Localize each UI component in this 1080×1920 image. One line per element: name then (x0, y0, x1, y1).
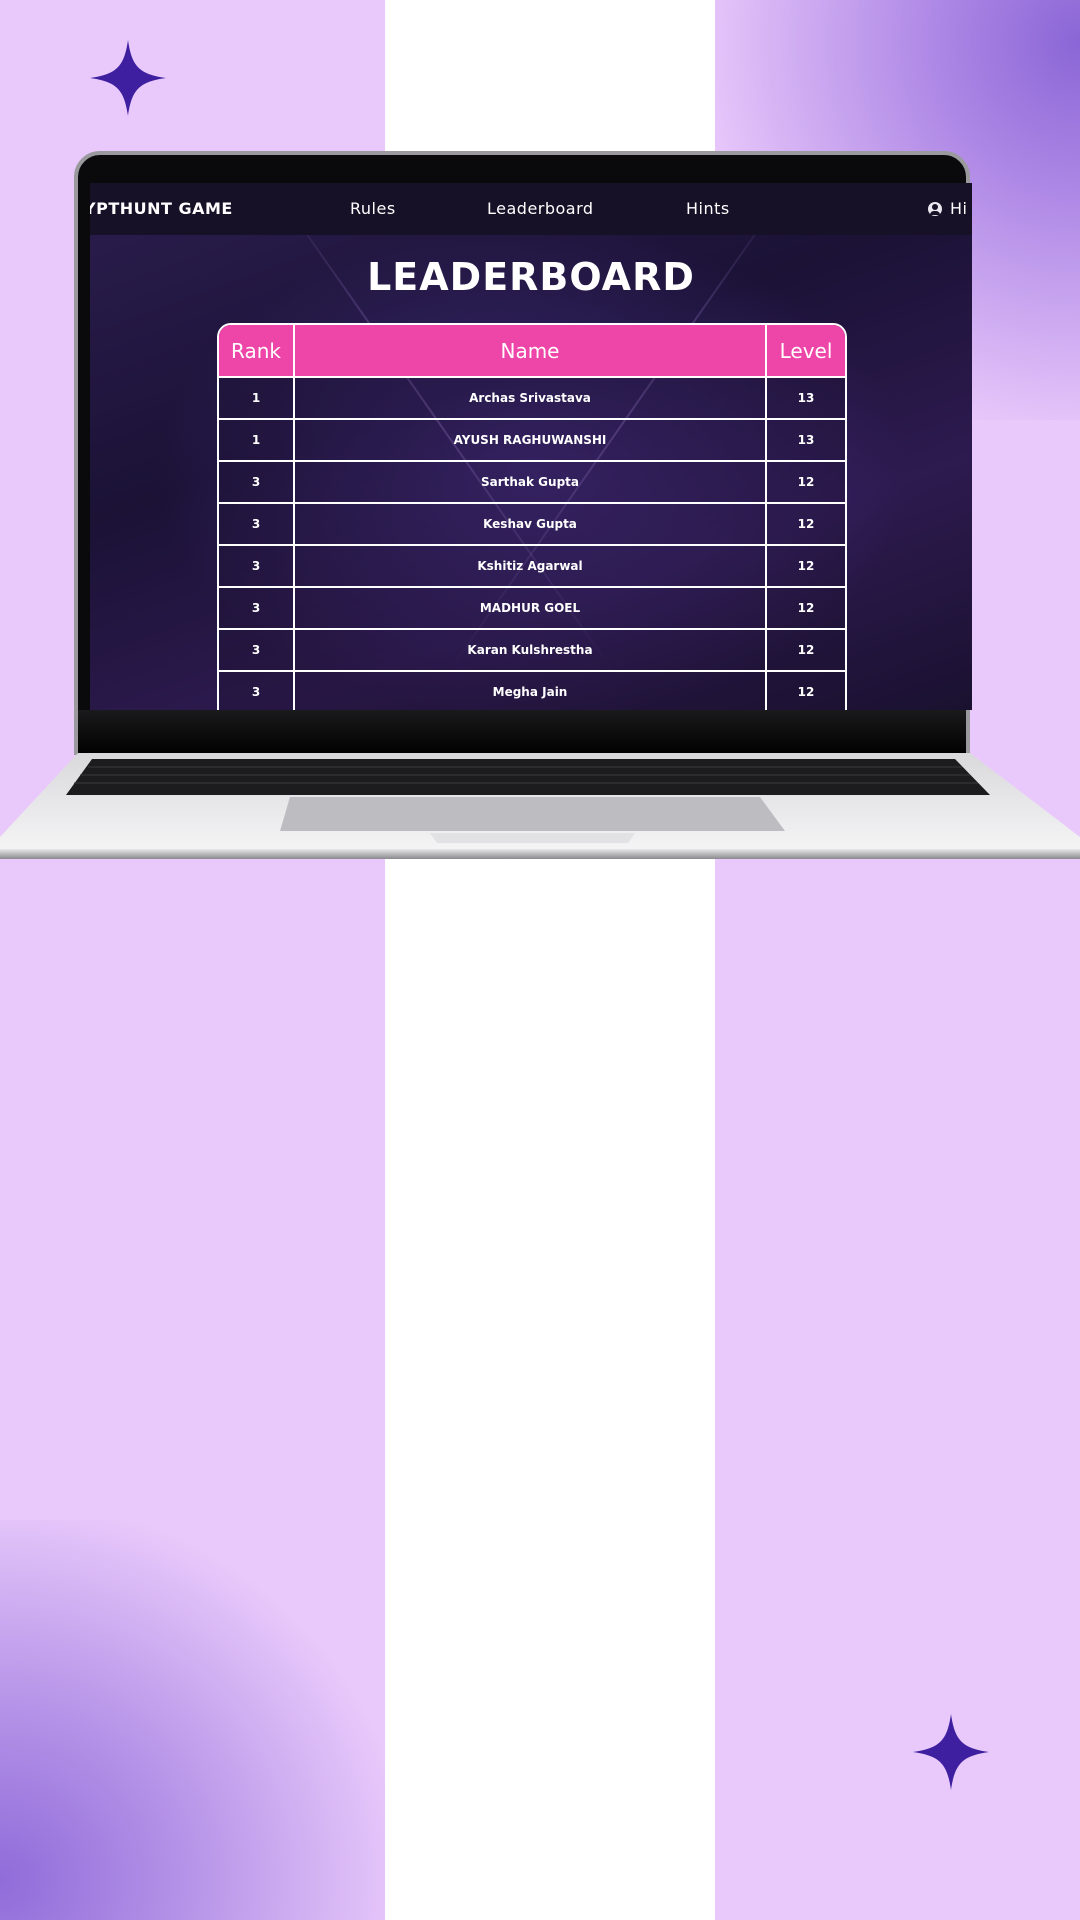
table-header: Rank Name Level (219, 325, 845, 378)
nav-hints[interactable]: Hints (686, 183, 730, 235)
table-row: 3 Karan Kulshrestha 12 (219, 630, 845, 672)
user-greeting: Hi (950, 199, 968, 218)
laptop-base (0, 753, 1080, 859)
name-cell: Keshav Gupta (295, 504, 767, 544)
rank-cell: 1 (219, 378, 295, 418)
nav-rules[interactable]: Rules (350, 183, 396, 235)
level-cell: 13 (767, 378, 845, 418)
table-row: 3 Kshitiz Agarwal 12 (219, 546, 845, 588)
background-glow (0, 1520, 385, 1920)
level-cell: 12 (767, 546, 845, 586)
level-cell: 12 (767, 588, 845, 628)
name-cell: AYUSH RAGHUWANSHI (295, 420, 767, 460)
level-cell: 12 (767, 504, 845, 544)
laptop-screen: YPTHUNT GAME Rules Leaderboard Hints Hi … (90, 183, 972, 710)
user-menu[interactable]: Hi (928, 183, 967, 235)
rank-cell: 3 (219, 504, 295, 544)
table-row: 3 Megha Jain 12 (219, 672, 845, 710)
name-cell: Megha Jain (295, 672, 767, 710)
laptop-bezel (78, 710, 966, 755)
table-row: 3 Keshav Gupta 12 (219, 504, 845, 546)
rank-cell: 3 (219, 630, 295, 670)
user-circle-icon (928, 202, 942, 216)
name-cell: MADHUR GOEL (295, 588, 767, 628)
sparkle-icon (90, 40, 166, 116)
column-header-name: Name (295, 325, 767, 376)
rank-cell: 3 (219, 588, 295, 628)
rank-cell: 1 (219, 420, 295, 460)
column-header-level: Level (779, 338, 833, 363)
rank-cell: 3 (219, 546, 295, 586)
sparkle-icon (913, 1714, 989, 1790)
level-cell: 12 (767, 630, 845, 670)
rank-cell: 3 (219, 462, 295, 502)
table-row: 1 Archas Srivastava 13 (219, 378, 845, 420)
brand-logo[interactable]: YPTHUNT GAME (90, 183, 233, 235)
nav-leaderboard[interactable]: Leaderboard (487, 183, 594, 235)
name-cell: Sarthak Gupta (295, 462, 767, 502)
table-row: 1 AYUSH RAGHUWANSHI 13 (219, 420, 845, 462)
name-cell: Karan Kulshrestha (295, 630, 767, 670)
name-cell: Archas Srivastava (295, 378, 767, 418)
level-cell: 12 (767, 462, 845, 502)
table-row: 3 MADHUR GOEL 12 (219, 588, 845, 630)
rank-cell: 3 (219, 672, 295, 710)
name-cell: Kshitiz Agarwal (295, 546, 767, 586)
level-cell: 12 (767, 672, 845, 710)
column-header-rank: Rank (219, 325, 295, 376)
leaderboard-table: Rank Name Level 1 Archas Srivastava 13 1… (217, 323, 847, 710)
navbar: YPTHUNT GAME Rules Leaderboard Hints Hi (90, 183, 972, 235)
page-title: LEADERBOARD (367, 255, 695, 299)
table-row: 3 Sarthak Gupta 12 (219, 462, 845, 504)
level-cell: 13 (767, 420, 845, 460)
